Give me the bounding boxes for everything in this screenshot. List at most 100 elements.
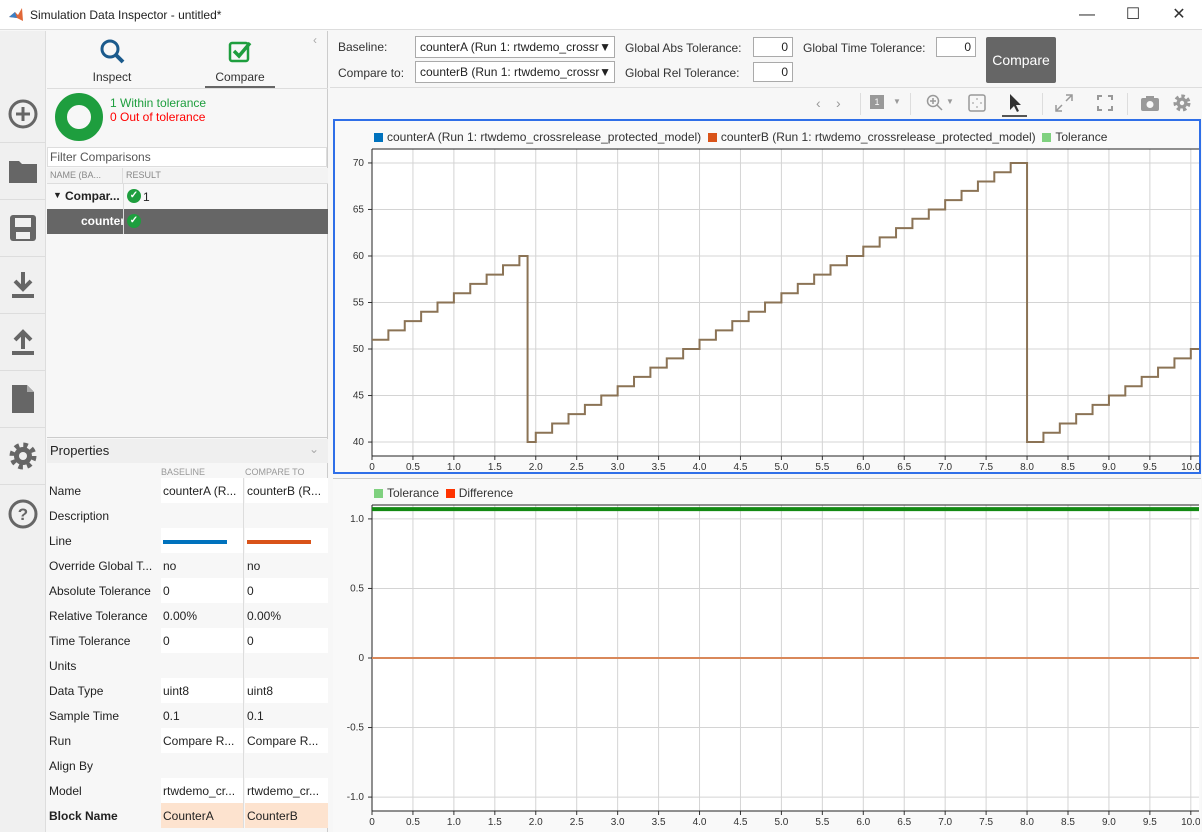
column-header-name[interactable]: NAME (BA... — [47, 168, 123, 184]
property-row[interactable]: Description — [47, 503, 328, 528]
cursor-icon[interactable] — [1007, 93, 1023, 113]
dropdown-arrow-icon: ▼ — [599, 65, 611, 79]
back-icon[interactable]: ‹ — [816, 95, 821, 111]
dropdown-arrow-icon[interactable]: ▼ — [893, 97, 901, 106]
close-button[interactable]: ✕ — [1156, 0, 1202, 30]
global-abs-tolerance-input[interactable]: 0 — [753, 37, 793, 57]
result-donut-chart — [55, 93, 103, 141]
baseline-column-header: BASELINE — [161, 467, 206, 477]
minimize-button[interactable]: — — [1064, 0, 1110, 30]
property-label: Block Name — [49, 809, 118, 823]
window-title: Simulation Data Inspector - untitled* — [30, 8, 222, 22]
x-tick-label: 8.5 — [1061, 462, 1075, 473]
group-name: Compar... — [65, 189, 120, 203]
x-tick-label: 2.5 — [570, 462, 584, 473]
x-tick-label: 6.0 — [856, 462, 870, 473]
properties-header[interactable]: Properties ⌄ — [47, 439, 328, 463]
maximize-button[interactable]: ☐ — [1110, 0, 1156, 30]
property-label: Absolute Tolerance — [49, 584, 151, 598]
import-button[interactable] — [0, 257, 46, 314]
y-tick-label: 55 — [353, 298, 365, 309]
global-time-tolerance-input[interactable]: 0 — [936, 37, 976, 57]
compare-column-header: COMPARE TO — [245, 467, 305, 477]
property-row[interactable]: Run Compare R... Compare R... — [47, 728, 328, 753]
settings-button[interactable] — [0, 428, 46, 485]
property-row[interactable]: Absolute Tolerance 0 0 — [47, 578, 328, 603]
x-tick-label: 4.0 — [693, 817, 707, 828]
layout-button[interactable]: 1 — [870, 95, 884, 109]
property-row[interactable]: Name counterA (R... counterB (R... — [47, 478, 328, 503]
tab-compare-label: Compare — [215, 70, 265, 84]
gear-icon — [9, 442, 37, 470]
fit-to-view-icon[interactable] — [968, 94, 986, 112]
y-tick-label: 0 — [358, 653, 364, 664]
out-of-tolerance-count: 0 Out of tolerance — [110, 110, 206, 124]
x-tick-label: 1.0 — [447, 817, 461, 828]
signal-plot[interactable]: 0 0.5 1.0 1.5 2.0 2.5 3.0 3.5 4.0 4.5 5.0 5.5 6.0 6.5… — [334, 120, 1200, 473]
save-button[interactable] — [0, 200, 46, 257]
property-row[interactable]: Sample Time 0.1 0.1 — [47, 703, 328, 728]
property-label: Relative Tolerance — [49, 609, 148, 623]
expand-arrow-icon[interactable]: ▼ — [53, 190, 62, 200]
dropdown-arrow-icon[interactable]: ▼ — [946, 97, 954, 106]
chevron-down-icon[interactable]: ⌄ — [309, 442, 319, 456]
property-compare-value: 0.1 — [247, 709, 264, 723]
open-button[interactable] — [0, 143, 46, 200]
compare-line-swatch — [247, 540, 311, 544]
property-row[interactable]: Units — [47, 653, 328, 678]
x-tick-label: 9.5 — [1143, 817, 1157, 828]
x-tick-label: 2.0 — [529, 817, 543, 828]
x-tick-label: 3.5 — [652, 817, 666, 828]
svg-text:?: ? — [18, 505, 28, 524]
x-tick-label: 7.5 — [979, 462, 993, 473]
x-tick-label: 4.5 — [734, 817, 748, 828]
property-row[interactable]: Data Type uint8 uint8 — [47, 678, 328, 703]
export-button[interactable] — [0, 314, 46, 371]
x-tick-label: 6.5 — [897, 817, 911, 828]
column-header-result[interactable]: RESULT — [123, 168, 328, 184]
comparison-signal-row[interactable]: counterA ✓ — [47, 209, 328, 234]
property-row[interactable]: Override Global T... no no — [47, 553, 328, 578]
compare-button[interactable]: Compare — [986, 37, 1056, 83]
filter-comparisons-input[interactable]: Filter Comparisons — [47, 147, 327, 167]
property-row[interactable]: Align By — [47, 753, 328, 778]
new-button[interactable] — [0, 86, 46, 143]
property-row[interactable]: Line — [47, 528, 328, 553]
x-tick-label: 3.0 — [611, 817, 625, 828]
fullscreen-icon[interactable] — [1097, 95, 1113, 111]
forward-icon[interactable]: › — [836, 95, 841, 111]
property-row[interactable]: Time Tolerance 0 0 — [47, 628, 328, 653]
property-row[interactable]: Model rtwdemo_cr... rtwdemo_cr... — [47, 778, 328, 803]
gear-icon[interactable] — [1173, 94, 1191, 112]
tab-compare[interactable]: Compare — [185, 36, 295, 89]
compare-to-dropdown[interactable]: counterB (Run 1: rtwdemo_crossr ▼ — [415, 61, 615, 83]
document-icon — [12, 385, 34, 413]
global-rel-tolerance-label: Global Rel Tolerance: — [625, 66, 740, 80]
camera-icon[interactable] — [1140, 95, 1160, 111]
pass-check-icon: ✓ — [127, 214, 141, 228]
dropdown-arrow-icon: ▼ — [599, 40, 611, 54]
property-compare-value: 0 — [247, 584, 254, 598]
property-row[interactable]: Relative Tolerance 0.00% 0.00% — [47, 603, 328, 628]
expand-icon[interactable] — [1055, 94, 1073, 112]
difference-plot[interactable]: 0 0.5 1.0 1.5 2.0 2.5 3.0 3.5 4.0 4.5 5.0 5.5 6.0 6.5… — [334, 480, 1200, 832]
x-tick-label: 8.0 — [1020, 817, 1034, 828]
baseline-label: Baseline: — [338, 40, 388, 54]
x-tick-label: 5.5 — [815, 462, 829, 473]
tab-inspect[interactable]: Inspect — [57, 36, 167, 84]
global-rel-tolerance-input[interactable]: 0 — [753, 62, 793, 82]
report-button[interactable] — [0, 371, 46, 428]
y-tick-label: 40 — [353, 437, 365, 448]
x-tick-label: 5.0 — [774, 462, 788, 473]
baseline-dropdown[interactable]: counterA (Run 1: rtwdemo_crossr ▼ — [415, 36, 615, 58]
zoom-in-icon[interactable] — [926, 94, 944, 112]
help-button[interactable]: ? — [0, 485, 46, 542]
collapse-panel-icon[interactable]: ‹ — [313, 33, 317, 47]
property-row[interactable]: Block Name CounterA CounterB — [47, 803, 328, 828]
property-compare-value: counterB (R... — [247, 484, 322, 498]
property-baseline-value: 0 — [163, 634, 170, 648]
download-icon — [12, 272, 34, 298]
global-abs-tolerance-label: Global Abs Tolerance: — [625, 41, 742, 55]
comparison-group-row[interactable]: ▼ Compar... ✓ 1 — [47, 184, 328, 209]
x-tick-label: 0 — [369, 462, 375, 473]
